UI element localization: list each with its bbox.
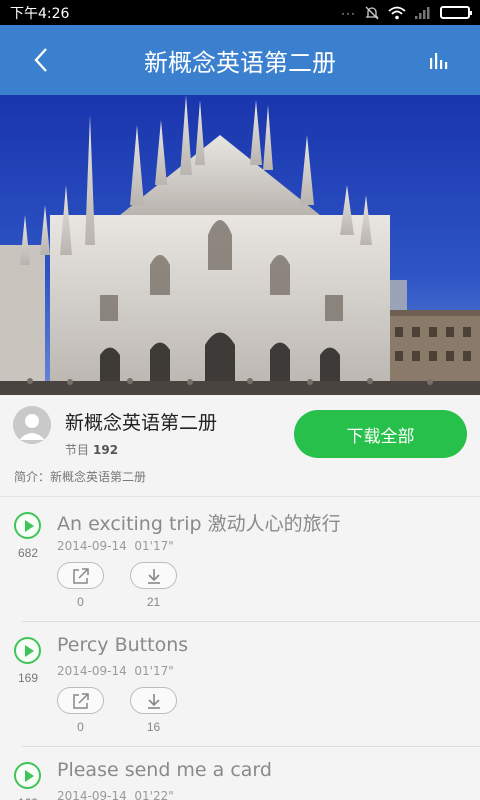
status-bar: 下午4:26 ··· bbox=[0, 0, 480, 25]
signal-icon bbox=[415, 6, 430, 19]
download-all-button[interactable]: 下载全部 bbox=[294, 410, 467, 458]
stats-button[interactable] bbox=[422, 45, 456, 75]
album-cover-image bbox=[0, 95, 480, 395]
play-button[interactable] bbox=[14, 762, 41, 789]
track-meta: 2014-09-14 01'17" bbox=[57, 664, 174, 678]
track-title[interactable]: An exciting trip 激动人心的旅行 bbox=[57, 509, 341, 536]
track-title[interactable]: Please send me a card bbox=[57, 759, 272, 781]
share-icon bbox=[72, 567, 89, 584]
download-icon bbox=[147, 693, 160, 709]
play-count: 169 bbox=[0, 796, 56, 800]
more-dots-icon: ··· bbox=[341, 5, 356, 20]
album-title: 新概念英语第二册 bbox=[65, 412, 218, 434]
track-item[interactable]: 682 An exciting trip 激动人心的旅行 2014-09-14 … bbox=[0, 497, 480, 622]
share-button[interactable] bbox=[57, 562, 104, 589]
chevron-left-icon bbox=[34, 48, 47, 72]
bar-chart-icon bbox=[430, 53, 448, 69]
episodes-label: 节目 bbox=[65, 443, 90, 457]
track-duration: 01'17" bbox=[134, 664, 174, 678]
cathedral-illustration bbox=[0, 95, 480, 395]
track-meta: 2014-09-14 01'17" bbox=[57, 539, 174, 553]
download-count: 16 bbox=[146, 720, 161, 734]
user-icon bbox=[13, 406, 51, 444]
page-title: 新概念英语第二册 bbox=[144, 48, 336, 77]
status-time: 下午4:26 bbox=[10, 5, 70, 22]
download-button[interactable] bbox=[130, 687, 177, 714]
avatar[interactable] bbox=[13, 406, 51, 444]
track-item[interactable]: 169 Please send me a card 2014-09-14 01'… bbox=[0, 747, 480, 800]
share-count: 0 bbox=[77, 720, 84, 734]
download-button[interactable] bbox=[130, 562, 177, 589]
battery-icon bbox=[440, 6, 472, 19]
track-date: 2014-09-14 bbox=[57, 664, 127, 678]
track-date: 2014-09-14 bbox=[57, 539, 127, 553]
share-button[interactable] bbox=[57, 687, 104, 714]
status-icons: ··· bbox=[341, 5, 472, 21]
track-date: 2014-09-14 bbox=[57, 789, 127, 800]
play-button[interactable] bbox=[14, 637, 41, 664]
back-button[interactable] bbox=[24, 43, 58, 77]
track-duration: 01'22" bbox=[134, 789, 174, 800]
play-icon bbox=[24, 644, 34, 657]
download-icon bbox=[147, 568, 160, 584]
download-count: 21 bbox=[146, 595, 161, 609]
share-icon bbox=[72, 692, 89, 709]
play-icon bbox=[24, 519, 34, 532]
share-count: 0 bbox=[77, 595, 84, 609]
track-duration: 01'17" bbox=[134, 539, 174, 553]
track-meta: 2014-09-14 01'22" bbox=[57, 789, 174, 800]
wifi-icon bbox=[388, 6, 406, 19]
play-icon bbox=[24, 769, 34, 782]
episodes-count: 192 bbox=[93, 443, 119, 457]
bell-muted-icon bbox=[365, 6, 379, 19]
track-title[interactable]: Percy Buttons bbox=[57, 634, 188, 656]
play-button[interactable] bbox=[14, 512, 41, 539]
app-header: 新概念英语第二册 bbox=[0, 25, 480, 95]
album-description: 简介：新概念英语第二册 bbox=[14, 470, 147, 484]
play-count: 169 bbox=[17, 671, 39, 685]
album-episode-count: 节目 192 bbox=[65, 441, 118, 458]
play-count: 682 bbox=[17, 546, 39, 560]
track-item[interactable]: 169 Percy Buttons 2014-09-14 01'17" 0 16 bbox=[0, 622, 480, 747]
album-info: 新概念英语第二册 节目 192 下载全部 简介：新概念英语第二册 bbox=[0, 395, 480, 497]
